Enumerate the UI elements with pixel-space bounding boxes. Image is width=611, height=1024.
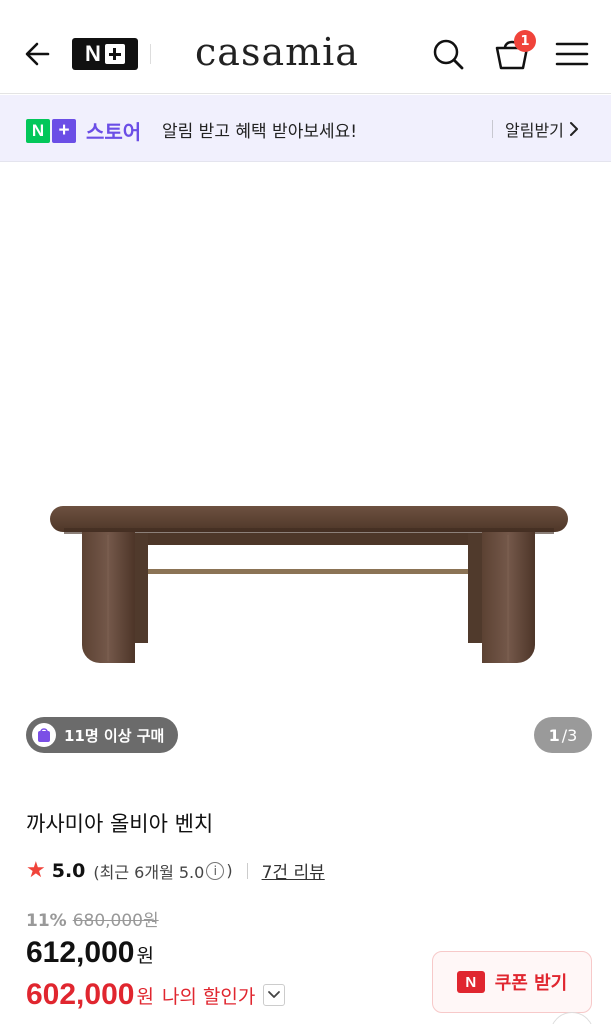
- purchase-count-label: 11명 이상 구매: [64, 726, 165, 745]
- store-notification-banner: N + 스토어 알림 받고 혜택 받아보세요! 알림받기: [0, 95, 611, 162]
- cart-count-badge: 1: [514, 30, 536, 52]
- plus-icon: [104, 44, 125, 64]
- my-discount-price-label: 나의 할인가: [161, 985, 256, 1008]
- top-header: N casamia 1: [0, 0, 611, 94]
- chevron-down-icon[interactable]: [263, 984, 286, 1006]
- my-discount-price: 602,000: [26, 978, 135, 1011]
- my-discount-price-row[interactable]: 602,000 원 나의 할인가: [26, 978, 286, 1012]
- info-icon[interactable]: i: [206, 861, 225, 880]
- notify-button[interactable]: 알림받기: [505, 117, 580, 141]
- original-price: 680,000원: [72, 911, 159, 931]
- star-icon: ★: [26, 858, 46, 883]
- floating-button[interactable]: [550, 1012, 594, 1024]
- product-image-gallery[interactable]: [0, 163, 611, 773]
- store-logo-plus: +: [52, 118, 76, 143]
- brand-logo[interactable]: casamia: [195, 30, 359, 74]
- discount-rate: 11%: [26, 911, 67, 931]
- banner-divider: [492, 120, 493, 138]
- back-button[interactable]: [18, 34, 58, 74]
- page-total: /3: [561, 725, 578, 745]
- review-count-link[interactable]: 7건 리뷰: [262, 858, 325, 883]
- coupon-download-button[interactable]: N 쿠폰 받기: [432, 951, 592, 1013]
- rating-divider: [246, 862, 248, 879]
- store-logo-n: N: [26, 118, 50, 143]
- store-logo-chips: N +: [26, 118, 76, 143]
- purchase-count-badge: 11명 이상 구매: [26, 717, 179, 753]
- shopping-bag-badge-icon: [32, 723, 56, 747]
- menu-button[interactable]: [554, 38, 590, 70]
- header-divider: [150, 44, 151, 64]
- rating-score: 5.0: [51, 859, 86, 882]
- nplus-logo-letter: N: [85, 41, 101, 66]
- product-title: 까사미아 올비아 벤치: [26, 812, 214, 836]
- page-current: 1: [548, 725, 560, 745]
- banner-message: 알림 받고 혜택 받아보세요!: [162, 122, 358, 142]
- hamburger-menu-icon: [555, 42, 589, 66]
- sale-price: 612,000: [26, 936, 135, 969]
- rating-recent-close: ): [226, 861, 233, 880]
- nplus-logo[interactable]: N: [72, 38, 138, 70]
- image-page-indicator: 1 /3: [534, 717, 592, 753]
- notify-button-label: 알림받기: [505, 121, 564, 140]
- naver-coupon-icon: N: [456, 971, 485, 993]
- search-button[interactable]: [428, 34, 468, 74]
- nplus-store-logo[interactable]: N + 스토어: [26, 116, 141, 145]
- store-name: 스토어: [86, 120, 142, 144]
- my-discount-price-unit: 원: [136, 985, 154, 1008]
- cart-button[interactable]: 1: [490, 30, 536, 74]
- chevron-right-icon: [569, 122, 578, 136]
- sale-price-row: 612,000 원: [26, 936, 154, 970]
- rating-row: ★ 5.0 (최근 6개월 5.0 i ) 7건 리뷰: [26, 858, 325, 883]
- search-icon: [433, 39, 464, 70]
- wooden-bench-image: [50, 506, 568, 663]
- arrow-left-icon: [25, 42, 50, 66]
- rating-recent-text: (최근 6개월 5.0: [93, 862, 205, 882]
- discount-row: 11% 680,000원: [26, 906, 159, 931]
- sale-price-unit: 원: [136, 945, 154, 967]
- coupon-button-label: 쿠폰 받기: [494, 973, 568, 994]
